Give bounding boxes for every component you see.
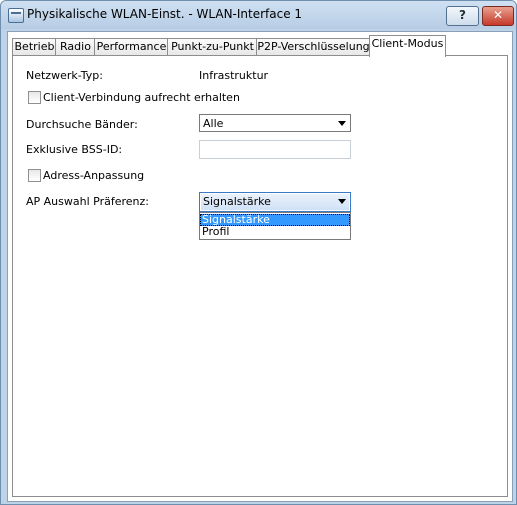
ap-selection-select[interactable]: Signalstärke [199,192,351,212]
client-modus-panel: Netzwerk-Typ: Infrastruktur Client-Verbi… [12,55,508,497]
dropdown-option-profil[interactable]: Profil [200,226,350,238]
window-title: Physikalische WLAN-Einst. - WLAN-Interfa… [27,7,303,21]
network-type-label: Netzwerk-Typ: [26,69,103,82]
window-app-icon [8,8,24,23]
help-button[interactable]: ? [446,6,479,26]
exclusive-bssid-label: Exklusive BSS-ID: [26,143,123,156]
ap-selection-dropdown-list: Signalstärke Profil [199,212,351,240]
ap-selection-label: AP Auswahl Präferenz: [26,195,149,208]
scan-bands-selected-value: Alle [203,117,224,130]
address-adaptation-label[interactable]: Adress-Anpassung [43,169,144,182]
title-bar[interactable]: Physikalische WLAN-Einst. - WLAN-Interfa… [1,1,516,29]
tab-client-modus[interactable]: Client-Modus [369,35,446,57]
tab-radio[interactable]: Radio [55,38,96,56]
scan-bands-select[interactable]: Alle [199,114,351,132]
dialog-window: Physikalische WLAN-Einst. - WLAN-Interfa… [0,0,517,505]
network-type-value: Infrastruktur [199,69,269,82]
tab-performance[interactable]: Performance [94,38,169,56]
tab-p2p-verschluesselung[interactable]: P2P-Verschlüsselung [256,38,371,56]
keep-client-connection-label[interactable]: Client-Verbindung aufrecht erhalten [43,91,240,104]
keep-client-connection-checkbox[interactable] [28,91,41,104]
chevron-down-icon [338,121,346,126]
close-button[interactable]: ✕ [482,6,514,26]
tab-punkt-zu-punkt[interactable]: Punkt-zu-Punkt [167,38,258,56]
tab-betrieb[interactable]: Betrieb [12,38,57,56]
scan-bands-label: Durchsuche Bänder: [26,118,138,131]
chevron-down-icon [338,199,346,204]
ap-selection-selected-value: Signalstärke [203,195,271,208]
dialog-client-area: Betrieb Radio Performance Punkt-zu-Punkt… [7,31,513,502]
address-adaptation-checkbox[interactable] [28,169,41,182]
exclusive-bssid-field[interactable] [199,140,351,159]
